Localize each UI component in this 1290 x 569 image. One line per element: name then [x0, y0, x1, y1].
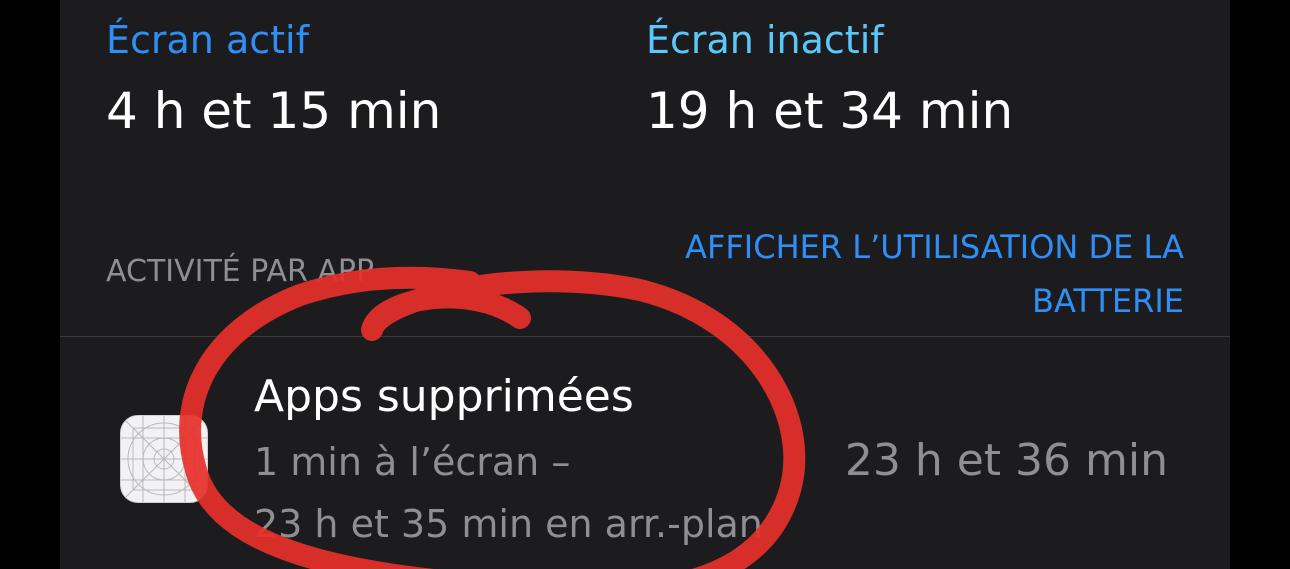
active-screen-label: Écran actif: [106, 18, 309, 62]
show-battery-usage-link[interactable]: AFFICHER L’UTILISATION DE LA BATTERIE: [584, 220, 1184, 328]
app-placeholder-icon: [120, 415, 208, 503]
app-name: Apps supprimées: [254, 371, 634, 422]
inactive-screen-label: Écran inactif: [646, 18, 884, 62]
app-screen-time: 1 min à l’écran –: [254, 440, 571, 484]
battery-usage-panel: Écran actif 4 h et 15 min Écran inactif …: [60, 0, 1230, 569]
active-screen-value: 4 h et 15 min: [106, 82, 442, 140]
app-row-deleted-apps[interactable]: Apps supprimées 1 min à l’écran – 23 h e…: [60, 337, 1230, 569]
app-total-time: 23 h et 36 min: [844, 435, 1168, 486]
inactive-screen-value: 19 h et 34 min: [646, 82, 1014, 140]
activity-by-app-header: ACTIVITÉ PAR APP: [106, 254, 375, 289]
app-background-time: 23 h et 35 min en arr.-plan: [254, 502, 763, 546]
